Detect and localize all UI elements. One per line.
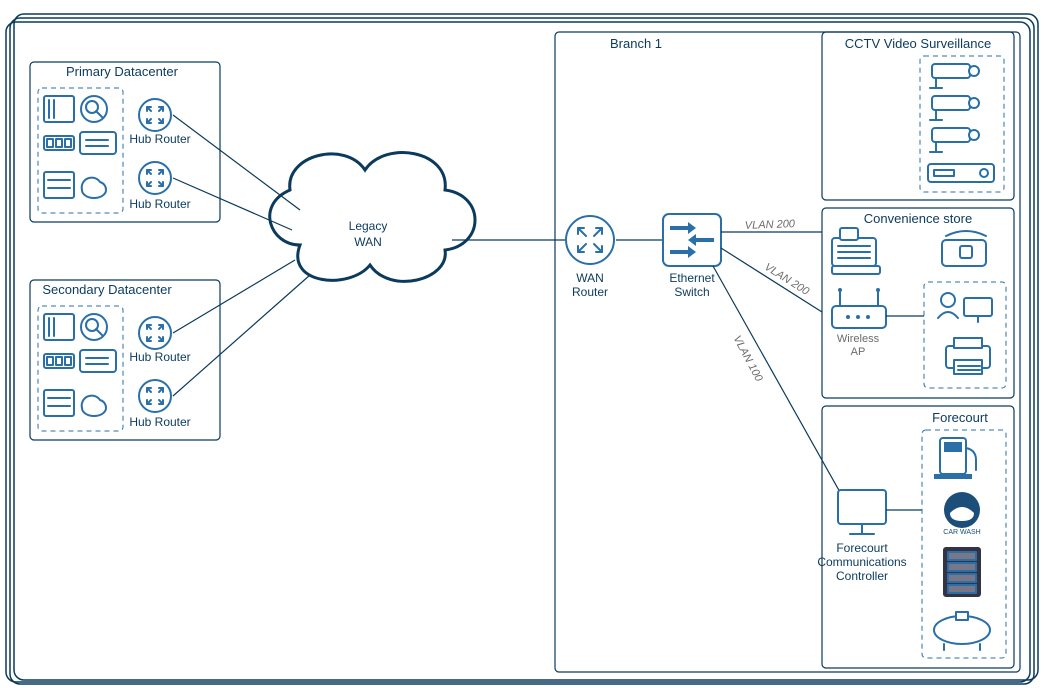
hub-router-label: Hub Router [129,415,190,429]
cloud-www-icon [82,178,106,198]
branch-title: Branch 1 [610,36,662,51]
forecourt-title: Forecourt [932,410,988,425]
magnifier-icon [81,314,107,340]
carwash-icon: CAR WASH [943,492,980,536]
link-switch-wireless-ap [721,248,822,312]
fcc-label-2: Communications [817,555,906,569]
primary-datacenter-group: Primary Datacenter Hub Router [30,62,220,222]
tank-icon [934,612,990,650]
wan-router-label-1: WAN [576,271,604,285]
eth-switch-label-1: Ethernet [669,271,715,285]
cloud-label-1: Legacy [349,219,388,233]
wireless-ap-icon [832,288,886,328]
camera-icon [930,128,979,152]
wireless-ap-label-2: AP [851,346,866,358]
switch-icon [44,172,74,198]
cloud-www-icon [82,396,106,416]
network-diagram: Primary Datacenter Hub Router [0,0,1047,688]
wireless-ap-label-1: Wireless [837,333,880,345]
hub-router-label: Hub Router [129,132,190,146]
router-icon [139,317,171,349]
eth-switch-label-2: Switch [674,285,709,299]
vlan-200-label: VLAN 200 [762,261,812,298]
secondary-datacenter-group: Secondary Datacenter Hub Router [30,280,220,440]
camera-icon [930,64,979,88]
hub-router-label: Hub Router [129,197,190,211]
link-secondary-hub1-cloud [173,260,295,333]
fcc-label-3: Controller [836,569,888,583]
switch-icon [44,390,74,416]
fuel-pump-icon [934,438,976,479]
user-pc-icon [938,293,992,322]
primary-datacenter-title: Primary Datacenter [66,64,179,79]
carwash-label: CAR WASH [943,529,980,536]
legacy-wan-cloud [270,153,475,282]
store-title: Convenience store [864,211,972,226]
cash-register-icon [832,228,880,274]
arrows-box-icon [80,132,116,154]
price-sign-icon [944,548,980,596]
router-icon [139,380,171,412]
arrows-box-icon [80,350,116,372]
dvr-icon [928,164,994,182]
cctv-group: CCTV Video Surveillance [822,32,1014,200]
store-group: Convenience store Wireless AP [822,208,1014,398]
router-icon [139,99,171,131]
fcc-label-1: Forecourt [836,541,888,555]
magnifier-icon [81,96,107,122]
secondary-datacenter-title: Secondary Datacenter [42,282,172,297]
link-primary-hub1-cloud [173,115,300,210]
link-switch-forecourt [713,266,850,510]
vlan-200-label: VLAN 200 [745,218,796,232]
hub-router-label: Hub Router [129,350,190,364]
router-icon [139,162,171,194]
cctv-title: CCTV Video Surveillance [845,36,991,51]
phone-icon [942,231,986,266]
cloud-label-2: WAN [354,235,382,249]
wan-router-icon [566,216,614,264]
forecourt-group: Forecourt Forecourt Communications Contr… [817,406,1014,668]
fcc-monitor-icon [838,490,886,534]
printer-icon [946,338,990,374]
wan-router-label-2: Router [572,285,608,299]
camera-icon [930,96,979,120]
vlan-100-label: VLAN 100 [731,334,766,385]
link-secondary-hub2-cloud [173,275,310,396]
